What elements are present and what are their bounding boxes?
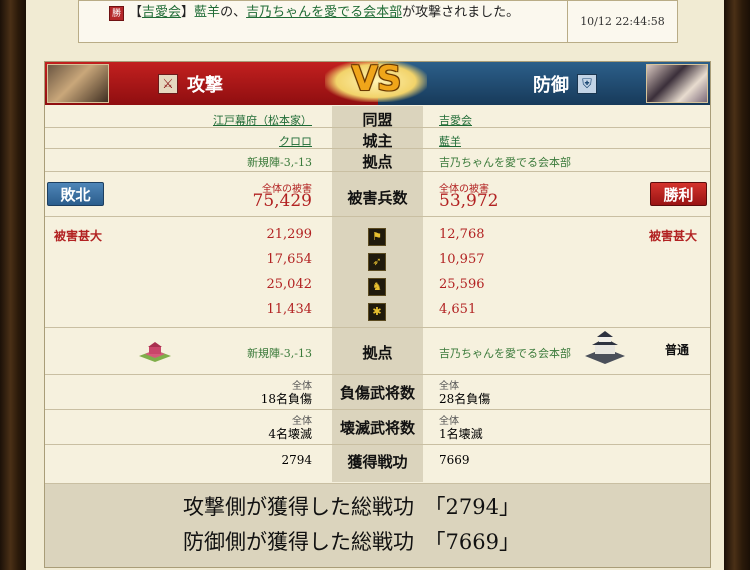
base-label: 拠点 — [362, 153, 393, 171]
battle-notice: 勝 【吉愛会】藍羊の、吉乃ちゃんを愛でる会本部が攻撃されました。 10/12 2… — [78, 0, 678, 43]
divider — [45, 374, 710, 375]
defender-portrait — [646, 64, 708, 103]
unit-row-attacker: 17,654 — [266, 252, 313, 267]
divider — [45, 148, 710, 149]
notice-suffix: が攻撃されました。 — [402, 5, 520, 20]
divider — [45, 327, 710, 328]
base-row-defender: 吉乃ちゃんを愛でる会本部 — [439, 347, 571, 360]
attacker-damage-grade: 被害甚大 — [54, 229, 103, 243]
unit-row-attacker: 21,299 — [266, 227, 313, 242]
notice-timestamp: 10/12 22:44:58 — [567, 1, 677, 42]
defeat-badge: 敗北 — [47, 182, 104, 206]
divider — [45, 127, 710, 128]
attacker-alliance-link[interactable]: 江戸幕府（松本家） — [213, 112, 312, 128]
castle-icon — [585, 331, 625, 364]
base-row-label: 拠点 — [362, 344, 393, 362]
vs-text: VS — [351, 59, 402, 99]
battle-report-panel: ⚔ 攻撃 防御 ⛨ VS 江戸幕府（松本家） 同盟 吉愛会 クロロ 城主 藍羊 … — [44, 59, 711, 568]
attacker-base-text: 新規陣-3,-13 — [247, 156, 312, 169]
damage-label: 被害兵数 — [347, 189, 408, 207]
bracket-close: 】 — [181, 5, 195, 20]
attacker-total-damage: 75,429 — [252, 191, 312, 211]
defender-alliance-link[interactable]: 吉愛会 — [439, 112, 472, 128]
destroyed-label: 壊滅武将数 — [339, 419, 415, 437]
defender-damage-grade: 被害甚大 — [649, 229, 698, 243]
notice-text: 【吉愛会】藍羊の、吉乃ちゃんを愛でる会本部が攻撃されました。 — [109, 5, 529, 42]
attack-label: 攻撃 — [187, 75, 223, 96]
attacker-injured: 18名負傷 — [260, 392, 312, 406]
defender-injured: 28名負傷 — [439, 392, 491, 406]
victory-badge: 勝利 — [650, 182, 707, 206]
defender-lord-link[interactable]: 藍羊 — [439, 133, 461, 149]
divider — [45, 409, 710, 410]
attacker-lord-link[interactable]: クロロ — [279, 133, 312, 149]
player-link[interactable]: 藍羊 — [194, 5, 220, 20]
base-row-attacker: 新規陣-3,-13 — [247, 347, 312, 360]
defender-total-merit: 防御側が獲得した総戦功 「7669」 — [183, 530, 520, 554]
defender-base-text: 吉乃ちゃんを愛でる会本部 — [439, 156, 571, 169]
unit-row-defender: 10,957 — [439, 252, 485, 267]
divider — [45, 444, 710, 445]
injured-label: 負傷武将数 — [339, 384, 415, 402]
defender-status: 普通 — [665, 343, 690, 357]
unit-row-attacker: 11,434 — [266, 302, 313, 317]
unit-row-defender: 4,651 — [439, 302, 477, 317]
attacker-destroyed: 4名壊滅 — [268, 427, 312, 441]
divider — [45, 171, 710, 172]
alliance-link[interactable]: 吉愛会 — [142, 5, 181, 20]
unit-row-defender: 12,768 — [439, 227, 485, 242]
notice-body: 勝 【吉愛会】藍羊の、吉乃ちゃんを愛でる会本部が攻撃されました。 — [79, 1, 567, 42]
defender-total-damage: 53,972 — [439, 191, 499, 211]
left-frame — [0, 0, 26, 570]
unit-row-defender: 25,596 — [439, 277, 485, 292]
attacker-total-merit: 攻撃側が獲得した総戦功 「2794」 — [183, 495, 520, 519]
defense-label: 防御 — [533, 75, 569, 96]
vs-emblem: VS — [325, 52, 427, 106]
defender-merit: 7669 — [439, 453, 470, 467]
shield-icon: ⛨ — [577, 74, 597, 94]
target-link[interactable]: 吉乃ちゃんを愛でる会本部 — [246, 5, 402, 20]
spear-icon: ⚑ — [368, 228, 386, 246]
defender-destroyed: 1名壊滅 — [439, 427, 483, 441]
unit-row-attacker: 25,042 — [266, 277, 313, 292]
camp-icon — [139, 342, 171, 362]
horse-icon: ♞ — [368, 278, 386, 296]
right-frame — [724, 0, 750, 570]
merit-summary: 攻撃側が獲得した総戦功 「2794」 防御側が獲得した総戦功 「7669」 — [45, 483, 710, 567]
bow-icon: ➶ — [368, 253, 386, 271]
victory-icon: 勝 — [109, 6, 124, 21]
crossed-swords-icon: ⚔ — [158, 74, 178, 94]
bracket-open: 【 — [129, 5, 143, 20]
siege-icon: ✱ — [368, 303, 386, 321]
battle-header: ⚔ 攻撃 防御 ⛨ VS — [45, 59, 710, 105]
attacker-portrait — [47, 64, 109, 103]
attacker-merit: 2794 — [281, 453, 312, 467]
divider — [45, 216, 710, 217]
merit-label: 獲得戦功 — [347, 453, 408, 471]
notice-particle: の、 — [220, 5, 247, 20]
